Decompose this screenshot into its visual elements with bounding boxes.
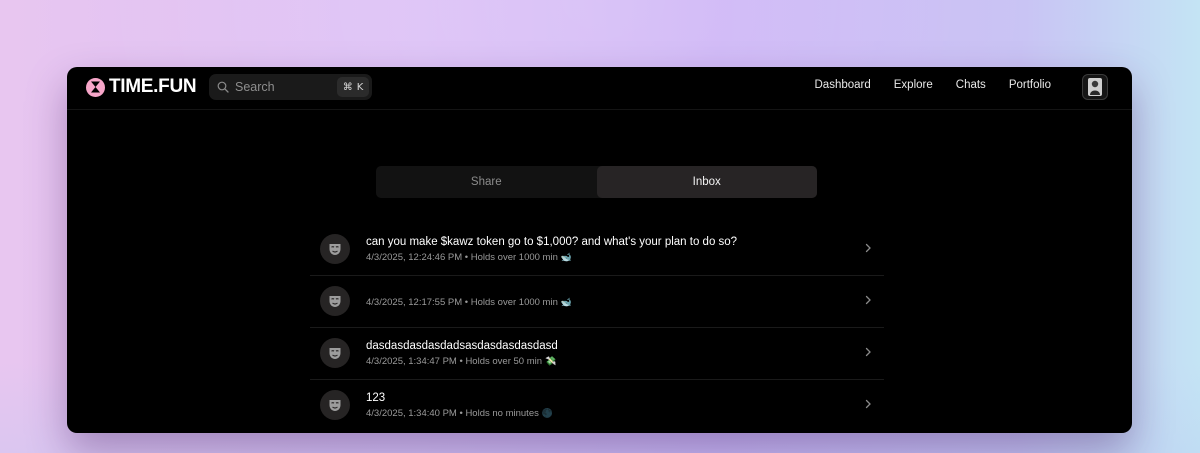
message-text: can you make $kawz token go to $1,000? a…	[366, 236, 738, 248]
nav-dashboard[interactable]: Dashboard	[815, 79, 871, 91]
message-content: 4/3/2025, 12:17:55 PM • Holds over 1000 …	[366, 294, 572, 309]
chevron-right-icon[interactable]	[865, 347, 872, 357]
search-shortcut: ⌘ K	[337, 77, 369, 97]
top-navbar: TIME.FUN ⌘ K Dashboard Explore Chats Por…	[67, 67, 1132, 110]
message-timestamp: 4/3/2025, 1:34:47 PM • Holds over 50 min	[366, 356, 543, 367]
chevron-right-icon[interactable]	[865, 399, 872, 409]
main-nav: Dashboard Explore Chats Portfolio	[815, 79, 1052, 91]
app-window: TIME.FUN ⌘ K Dashboard Explore Chats Por…	[67, 67, 1132, 433]
shortcut-key: K	[356, 81, 364, 93]
whale-icon: 🐋	[560, 252, 573, 262]
message-meta: 4/3/2025, 1:34:40 PM • Holds no minutes 🌑	[366, 407, 553, 420]
anonymous-mask-icon	[320, 234, 350, 264]
logo[interactable]: TIME.FUN	[86, 76, 197, 98]
anonymous-mask-icon	[320, 286, 350, 316]
message-timestamp: 4/3/2025, 1:34:40 PM • Holds no minutes	[366, 408, 539, 419]
search-box[interactable]: ⌘ K	[209, 74, 372, 100]
nav-explore[interactable]: Explore	[894, 79, 933, 91]
nav-portfolio[interactable]: Portfolio	[1009, 79, 1051, 91]
message-timestamp: 4/3/2025, 12:17:55 PM • Holds over 1000 …	[366, 297, 558, 308]
command-key-icon: ⌘	[342, 81, 353, 93]
message-timestamp: 4/3/2025, 12:24:46 PM • Holds over 1000 …	[366, 252, 558, 263]
money-icon: 💸	[545, 356, 557, 366]
message-row[interactable]: 123 4/3/2025, 1:34:40 PM • Holds no minu…	[310, 380, 884, 431]
anonymous-mask-icon	[320, 390, 350, 420]
message-meta: 4/3/2025, 12:24:46 PM • Holds over 1000 …	[366, 251, 737, 264]
message-row[interactable]: dasdasdasdasdadsasdasdasdasdasd 4/3/2025…	[310, 328, 884, 380]
chevron-right-icon[interactable]	[865, 243, 872, 253]
search-icon	[217, 81, 229, 93]
message-text: 123	[366, 392, 386, 404]
nav-chats[interactable]: Chats	[956, 79, 986, 91]
avatar	[1088, 78, 1102, 96]
message-content: can you make $kawz token go to $1,000? a…	[366, 235, 737, 264]
message-text: dasdasdasdasdadsasdasdasdasdasd	[366, 340, 558, 352]
share-inbox-tabs: Share Inbox	[376, 166, 817, 198]
inbox-message-list: can you make $kawz token go to $1,000? a…	[310, 224, 884, 431]
message-meta: 4/3/2025, 12:17:55 PM • Holds over 1000 …	[366, 296, 572, 309]
tab-share[interactable]: Share	[376, 166, 597, 198]
chevron-right-icon[interactable]	[865, 295, 872, 305]
logo-text: TIME.FUN	[109, 76, 197, 97]
message-meta: 4/3/2025, 1:34:47 PM • Holds over 50 min…	[366, 355, 558, 368]
moon-icon: 🌑	[541, 408, 554, 418]
message-content: 123 4/3/2025, 1:34:40 PM • Holds no minu…	[366, 391, 553, 420]
tab-inbox[interactable]: Inbox	[596, 166, 817, 198]
search-input[interactable]	[235, 80, 331, 94]
message-row[interactable]: can you make $kawz token go to $1,000? a…	[310, 224, 884, 276]
anonymous-mask-icon	[320, 338, 350, 368]
message-row[interactable]: 4/3/2025, 12:17:55 PM • Holds over 1000 …	[310, 276, 884, 328]
hourglass-icon	[86, 77, 105, 97]
whale-icon: 🐋	[560, 297, 573, 307]
user-avatar-button[interactable]	[1082, 74, 1108, 100]
message-content: dasdasdasdasdadsasdasdasdasdasd 4/3/2025…	[366, 339, 558, 368]
